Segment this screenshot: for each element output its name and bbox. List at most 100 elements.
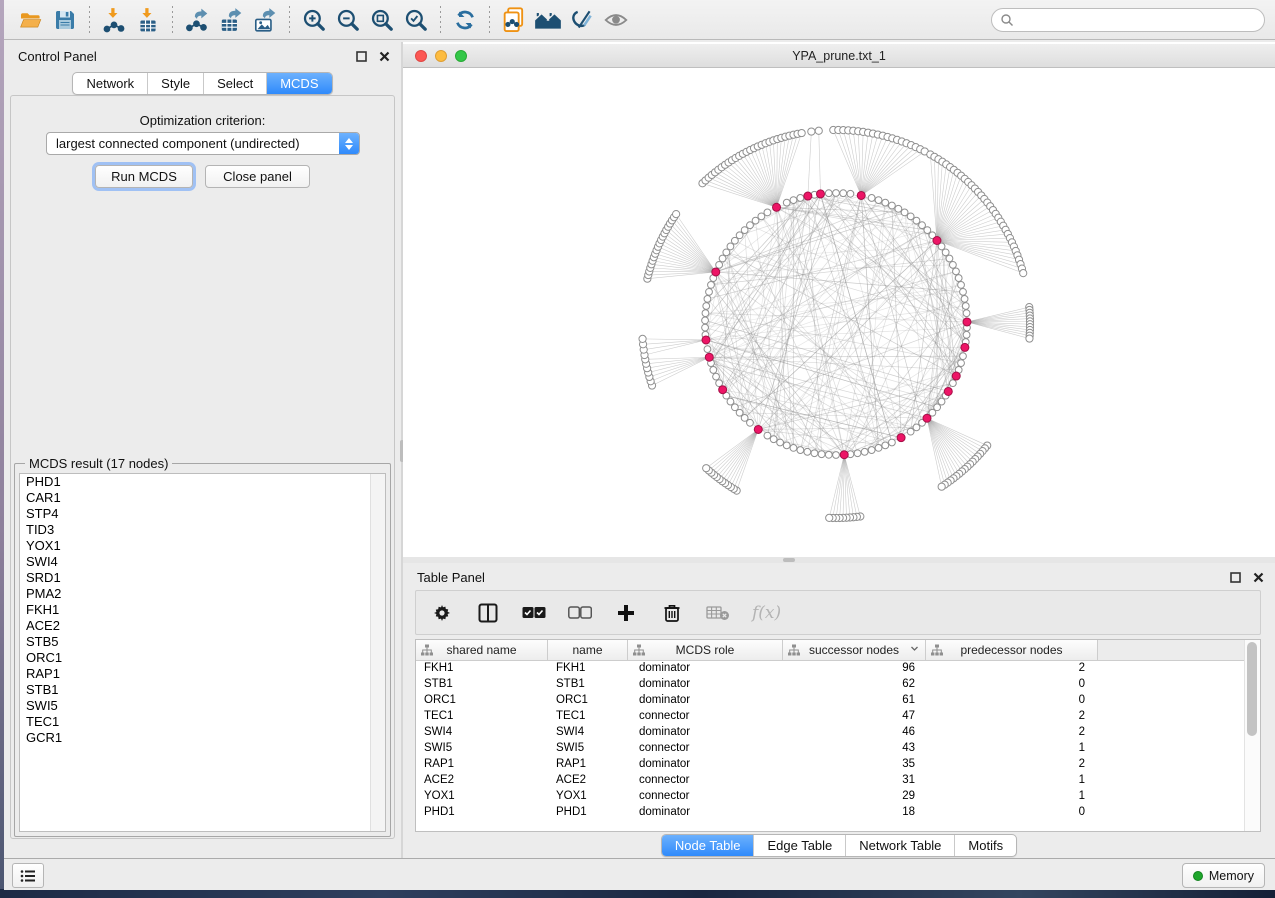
settings-gear-icon[interactable] [430, 600, 454, 626]
network-home-icon[interactable] [531, 5, 565, 35]
mcds-result-list[interactable]: PHD1CAR1STP4TID3YOX1SWI4SRD1PMA2FKH1ACE2… [19, 473, 386, 832]
export-network-icon[interactable] [180, 5, 214, 35]
optimization-criterion-select[interactable]: largest connected component (undirected) [46, 132, 360, 155]
table-cell: STB1 [416, 678, 548, 690]
table-cell: 2 [926, 710, 1098, 722]
split-columns-icon[interactable] [476, 600, 500, 626]
mcds-result-item[interactable]: CAR1 [20, 490, 385, 506]
import-network-icon[interactable] [97, 5, 131, 35]
table-row[interactable]: SWI4SWI4dominator462 [416, 724, 1245, 740]
eye-icon[interactable] [599, 5, 633, 35]
table-row[interactable]: RAP1RAP1dominator352 [416, 756, 1245, 772]
mcds-result-legend: MCDS result (17 nodes) [25, 456, 172, 471]
delete-column-icon[interactable] [660, 600, 684, 626]
table-row[interactable]: STB1STB1dominator620 [416, 676, 1245, 692]
search-input[interactable] [1014, 12, 1256, 28]
mcds-result-item[interactable]: STB1 [20, 682, 385, 698]
tab-network[interactable]: Network [73, 73, 147, 94]
close-panel-icon[interactable] [378, 50, 391, 63]
delete-table-icon[interactable] [706, 600, 730, 626]
table-header: shared name name MCDS role successor nod… [416, 640, 1260, 661]
optimization-criterion-label: Optimization criterion: [4, 113, 401, 128]
close-panel-button[interactable]: Close panel [205, 165, 310, 188]
table-row[interactable]: TEC1TEC1connector472 [416, 708, 1245, 724]
mcds-result-item[interactable]: SWI5 [20, 698, 385, 714]
table-cell: YOX1 [416, 790, 548, 802]
table-cell: PHD1 [416, 806, 548, 818]
table-cell: 18 [783, 806, 926, 818]
mcds-result-item[interactable]: FKH1 [20, 602, 385, 618]
tab-select[interactable]: Select [203, 73, 266, 94]
tab-mcds[interactable]: MCDS [266, 73, 331, 94]
memory-button[interactable]: Memory [1182, 863, 1265, 888]
column-header-successor-nodes[interactable]: successor nodes [783, 640, 926, 660]
horizontal-splitter-handle[interactable] [783, 558, 795, 562]
table-row[interactable]: ORC1ORC1dominator610 [416, 692, 1245, 708]
mcds-result-item[interactable]: ORC1 [20, 650, 385, 666]
mcds-result-item[interactable]: PHD1 [20, 474, 385, 490]
mcds-result-item[interactable]: ACE2 [20, 618, 385, 634]
table-row[interactable]: ACE2ACE2connector311 [416, 772, 1245, 788]
table-tabbar: Node Table Edge Table Network Table Moti… [661, 834, 1017, 857]
tab-style[interactable]: Style [147, 73, 203, 94]
table-row[interactable]: YOX1YOX1connector291 [416, 788, 1245, 804]
tab-motifs[interactable]: Motifs [954, 835, 1016, 856]
float-panel-icon[interactable] [1229, 571, 1242, 584]
select-all-checkboxes-icon[interactable] [522, 600, 546, 626]
toolbar-separator [172, 6, 173, 34]
column-header-predecessor-nodes[interactable]: predecessor nodes [926, 640, 1098, 660]
mcds-result-item[interactable]: TID3 [20, 522, 385, 538]
zoom-fit-icon[interactable] [365, 5, 399, 35]
save-session-icon[interactable] [48, 5, 82, 35]
mcds-result-item[interactable]: YOX1 [20, 538, 385, 554]
table-cell: 96 [783, 662, 926, 674]
table-toolbar: f(x) [415, 590, 1261, 635]
table-row[interactable]: FKH1FKH1dominator962 [416, 660, 1245, 676]
export-table-icon[interactable] [214, 5, 248, 35]
search-box[interactable] [991, 8, 1265, 32]
table-row[interactable]: PHD1PHD1dominator180 [416, 804, 1245, 820]
toolbar-separator [489, 6, 490, 34]
mcds-list-scrollbar[interactable] [370, 474, 385, 831]
zoom-out-icon[interactable] [331, 5, 365, 35]
mcds-result-item[interactable]: TEC1 [20, 714, 385, 730]
mcds-result-item[interactable]: GCR1 [20, 730, 385, 746]
refresh-icon[interactable] [448, 5, 482, 35]
mcds-result-box: MCDS result (17 nodes) PHD1CAR1STP4TID3Y… [14, 463, 391, 837]
zoom-selected-icon[interactable] [399, 5, 433, 35]
table-cell: 0 [926, 694, 1098, 706]
column-header-mcds-role[interactable]: MCDS role [628, 640, 783, 660]
mcds-result-item[interactable]: RAP1 [20, 666, 385, 682]
column-header-shared-name[interactable]: shared name [416, 640, 548, 660]
sort-descending-icon [910, 644, 919, 653]
mcds-result-item[interactable]: SRD1 [20, 570, 385, 586]
task-history-button[interactable] [12, 863, 44, 888]
import-table-icon[interactable] [131, 5, 165, 35]
table-cell: connector [628, 742, 783, 754]
table-scrollbar[interactable] [1244, 640, 1260, 831]
tab-edge-table[interactable]: Edge Table [753, 835, 845, 856]
network-graph[interactable] [403, 68, 1275, 557]
share-document-icon[interactable] [497, 5, 531, 35]
column-header-name[interactable]: name [548, 640, 628, 660]
tab-network-table[interactable]: Network Table [845, 835, 954, 856]
deselect-all-checkboxes-icon[interactable] [568, 600, 592, 626]
mcds-result-item[interactable]: PMA2 [20, 586, 385, 602]
table-scrollbar-thumb[interactable] [1247, 642, 1257, 736]
function-builder-icon[interactable]: f(x) [752, 603, 781, 623]
toolbar-separator [89, 6, 90, 34]
mcds-result-item[interactable]: STB5 [20, 634, 385, 650]
zoom-in-icon[interactable] [297, 5, 331, 35]
open-file-icon[interactable] [14, 5, 48, 35]
add-column-icon[interactable] [614, 600, 638, 626]
vizmapper-icon[interactable] [565, 5, 599, 35]
network-titlebar[interactable]: YPA_prune.txt_1 [403, 44, 1275, 68]
float-panel-icon[interactable] [355, 50, 368, 63]
mcds-result-item[interactable]: STP4 [20, 506, 385, 522]
table-row[interactable]: SWI5SWI5connector431 [416, 740, 1245, 756]
mcds-result-item[interactable]: SWI4 [20, 554, 385, 570]
tab-node-table[interactable]: Node Table [662, 835, 754, 856]
export-image-icon[interactable] [248, 5, 282, 35]
run-mcds-button[interactable]: Run MCDS [95, 165, 193, 188]
close-panel-icon[interactable] [1252, 571, 1265, 584]
